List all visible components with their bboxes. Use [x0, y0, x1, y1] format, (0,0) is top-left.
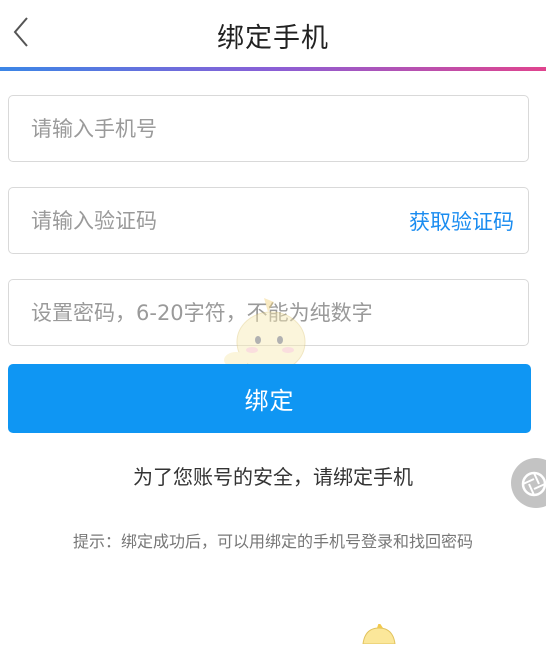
- password-input[interactable]: [31, 280, 511, 345]
- bind-button[interactable]: 绑定: [8, 364, 531, 433]
- get-code-button[interactable]: 获取验证码: [409, 188, 514, 253]
- mascot-peek-icon: [355, 622, 405, 645]
- verification-code-field: 获取验证码: [8, 187, 529, 254]
- shutter-icon: [521, 471, 546, 497]
- header: 绑定手机: [0, 0, 546, 68]
- security-notice: 为了您账号的安全，请绑定手机: [133, 465, 413, 489]
- password-field: [8, 279, 529, 346]
- header-gradient-divider: [0, 67, 546, 71]
- tip-text: 提示：绑定成功后，可以用绑定的手机号登录和找回密码: [72, 532, 473, 551]
- floating-assist-button[interactable]: [511, 458, 546, 508]
- verification-code-input[interactable]: [31, 188, 371, 253]
- phone-input[interactable]: [31, 96, 511, 161]
- phone-field: [8, 95, 529, 162]
- page-title: 绑定手机: [217, 23, 329, 54]
